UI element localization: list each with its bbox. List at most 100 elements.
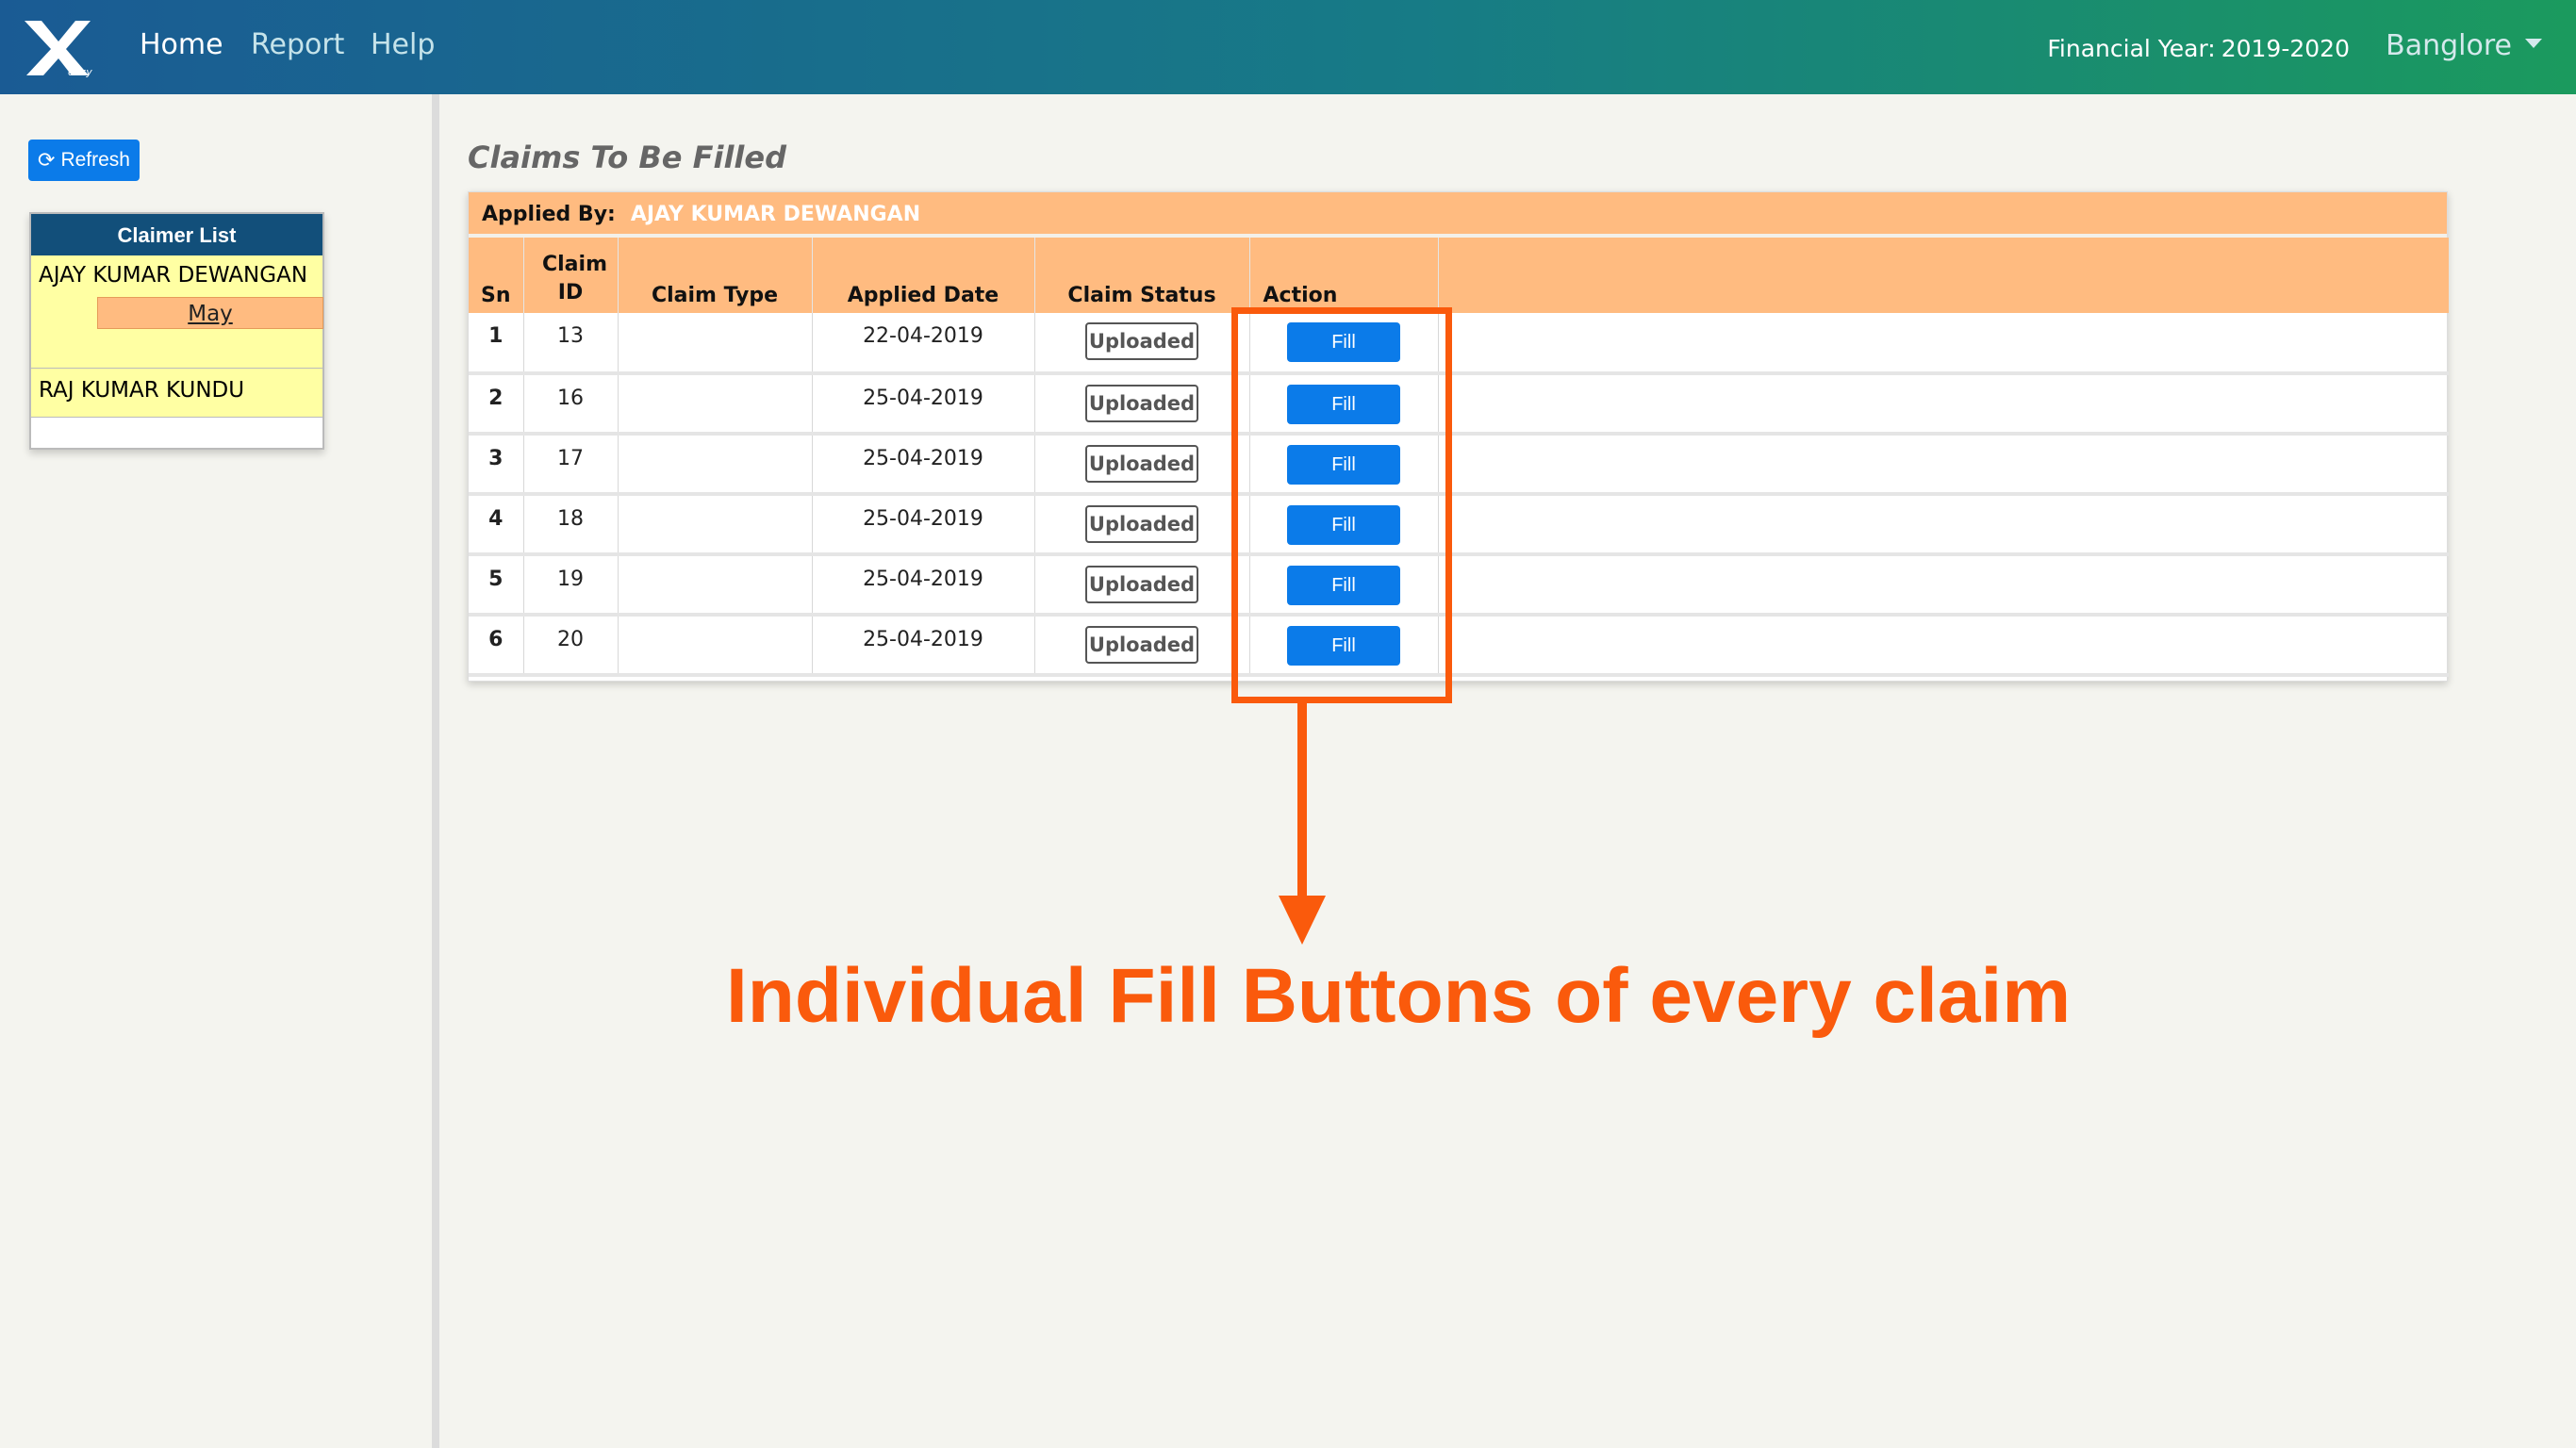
x-logo-icon[interactable]: easy [21,17,96,77]
cell-filler [1438,554,2449,617]
cell-applied-date: 25-04-2019 [812,554,1035,617]
cell-claim-id: 19 [523,554,619,617]
cell-claim-id: 13 [523,313,619,375]
cell-action: Fill [1249,434,1439,496]
status-badge: Uploaded [1085,322,1198,360]
table-row: 1 13 22-04-2019 Uploaded Fill [469,313,2449,375]
table-row: 6 20 25-04-2019 Uploaded Fill [469,615,2449,677]
cell-applied-date: 25-04-2019 [812,615,1035,677]
cell-applied-date: 22-04-2019 [812,313,1035,375]
claimer-item[interactable]: AJAY KUMAR DEWANGAN May [31,255,323,369]
location-value: Banglore [2386,29,2512,62]
cell-claim-status: Uploaded [1034,554,1250,617]
table-header-row: Sn Claim ID Claim Type Applied Date Clai… [469,238,2449,313]
cell-action: Fill [1249,615,1439,677]
claimer-list-title: Claimer List [31,214,322,255]
fill-button[interactable]: Fill [1287,322,1400,362]
status-badge: Uploaded [1085,385,1198,422]
cell-sn: 6 [469,615,524,677]
cell-claim-id: 20 [523,615,619,677]
cell-sn: 2 [469,373,524,436]
table-row: 2 16 25-04-2019 Uploaded Fill [469,373,2449,436]
cell-filler [1438,615,2449,677]
svg-text:easy: easy [68,66,92,77]
fill-button[interactable]: Fill [1287,566,1400,605]
column-header-claim-id: Claim ID [523,238,619,313]
nav-home[interactable]: Home [140,28,223,61]
nav-report[interactable]: Report [251,28,344,61]
cell-filler [1438,313,2449,375]
column-header-claim-type: Claim Type [618,238,813,313]
cell-action: Fill [1249,313,1439,375]
cell-claim-type [618,615,813,677]
cell-action: Fill [1249,554,1439,617]
column-header-claim-status: Claim Status [1034,238,1250,313]
cell-claim-type [618,434,813,496]
cell-claim-status: Uploaded [1034,434,1250,496]
claimer-item[interactable]: RAJ KUMAR KUNDU [31,369,322,418]
cell-claim-type [618,554,813,617]
nav-help[interactable]: Help [371,28,435,61]
status-badge: Uploaded [1085,626,1198,664]
location-dropdown[interactable]: Banglore [2386,29,2542,62]
annotation-text: Individual Fill Buttons of every claim [726,953,2072,1039]
claim-month-link[interactable]: May [97,297,323,329]
cell-action: Fill [1249,494,1439,556]
refresh-button[interactable]: ⟳ Refresh [28,140,140,181]
cell-claim-id: 17 [523,434,619,496]
claimer-list: Claimer List AJAY KUMAR DEWANGAN May RAJ… [29,212,324,450]
cell-action: Fill [1249,373,1439,436]
fill-button[interactable]: Fill [1287,385,1400,424]
claimer-name[interactable]: AJAY KUMAR DEWANGAN [39,263,322,288]
caret-down-icon [2525,38,2542,48]
column-header-action: Action [1249,238,1439,313]
cell-applied-date: 25-04-2019 [812,494,1035,556]
top-navbar: easy Home Report Help Financial Year: 201… [0,0,2576,94]
status-badge: Uploaded [1085,566,1198,603]
cell-filler [1438,434,2449,496]
cell-applied-date: 25-04-2019 [812,434,1035,496]
cell-claim-type [618,494,813,556]
cell-claim-type [618,373,813,436]
column-header-claim-id-label: Claim ID [542,253,607,304]
cell-claim-status: Uploaded [1034,313,1250,375]
cell-claim-type [618,313,813,375]
claims-panel: Applied By: AJAY KUMAR DEWANGAN Sn Claim … [468,191,2449,682]
fill-button[interactable]: Fill [1287,445,1400,485]
cell-sn: 5 [469,554,524,617]
cell-claim-id: 16 [523,373,619,436]
status-badge: Uploaded [1085,445,1198,483]
applied-by-label: Applied By: [482,203,616,226]
sidebar-divider[interactable] [432,94,439,1448]
cell-claim-id: 18 [523,494,619,556]
cell-claim-status: Uploaded [1034,615,1250,677]
financial-year-label: Financial Year: [2047,35,2216,62]
claims-table: Sn Claim ID Claim Type Applied Date Clai… [469,238,2449,677]
cell-sn: 1 [469,313,524,375]
column-header-applied-date: Applied Date [812,238,1035,313]
status-badge: Uploaded [1085,505,1198,543]
annotation-arrow-down-icon [1279,896,1326,945]
refresh-label: Refresh [60,149,130,171]
financial-year: Financial Year: 2019-2020 [2047,35,2350,62]
claimer-name[interactable]: RAJ KUMAR KUNDU [39,378,322,403]
cell-claim-status: Uploaded [1034,494,1250,556]
cell-filler [1438,373,2449,436]
applied-by-value: AJAY KUMAR DEWANGAN [630,203,921,226]
cell-sn: 3 [469,434,524,496]
financial-year-value: 2019-2020 [2221,35,2350,62]
cell-claim-status: Uploaded [1034,373,1250,436]
cell-sn: 4 [469,494,524,556]
table-row: 5 19 25-04-2019 Uploaded Fill [469,554,2449,617]
cell-filler [1438,494,2449,556]
column-header-filler [1438,238,2449,313]
fill-button[interactable]: Fill [1287,626,1400,666]
table-row: 3 17 25-04-2019 Uploaded Fill [469,434,2449,496]
cell-applied-date: 25-04-2019 [812,373,1035,436]
refresh-icon: ⟳ [38,148,56,172]
applied-by-bar: Applied By: AJAY KUMAR DEWANGAN [469,192,2447,238]
fill-button[interactable]: Fill [1287,505,1400,545]
annotation-arrow-shaft [1297,703,1307,905]
page-title: Claims To Be Filled [468,140,786,175]
table-row: 4 18 25-04-2019 Uploaded Fill [469,494,2449,556]
